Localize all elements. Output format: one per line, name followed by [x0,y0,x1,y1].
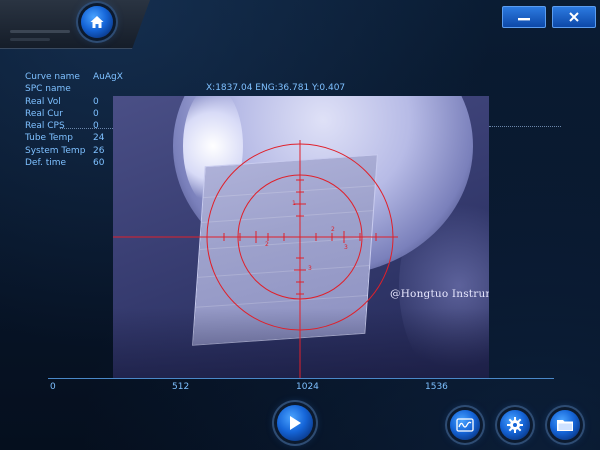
settings-button[interactable] [500,410,530,440]
gear-icon [507,417,523,433]
spectrum-axis-line [48,378,554,379]
axis-tick-label: 1536 [425,382,448,392]
axis-tick-label: 512 [172,382,190,392]
reticle-label: 1 [292,200,296,207]
start-measurement-button[interactable] [277,405,313,441]
spectrum-button[interactable] [450,410,480,440]
reticle-label: 2 [265,241,269,248]
play-icon [290,416,301,430]
axis-tick-label: 1024 [296,382,319,392]
spectrum-wave-icon [456,418,474,432]
axis-tick-label: 0 [50,382,56,392]
reticle-label: 3 [308,265,312,272]
reticle-label: 2 [331,226,335,233]
reticle-label: 3 [344,244,348,251]
folder-icon [557,420,573,431]
open-folder-button[interactable] [550,410,580,440]
